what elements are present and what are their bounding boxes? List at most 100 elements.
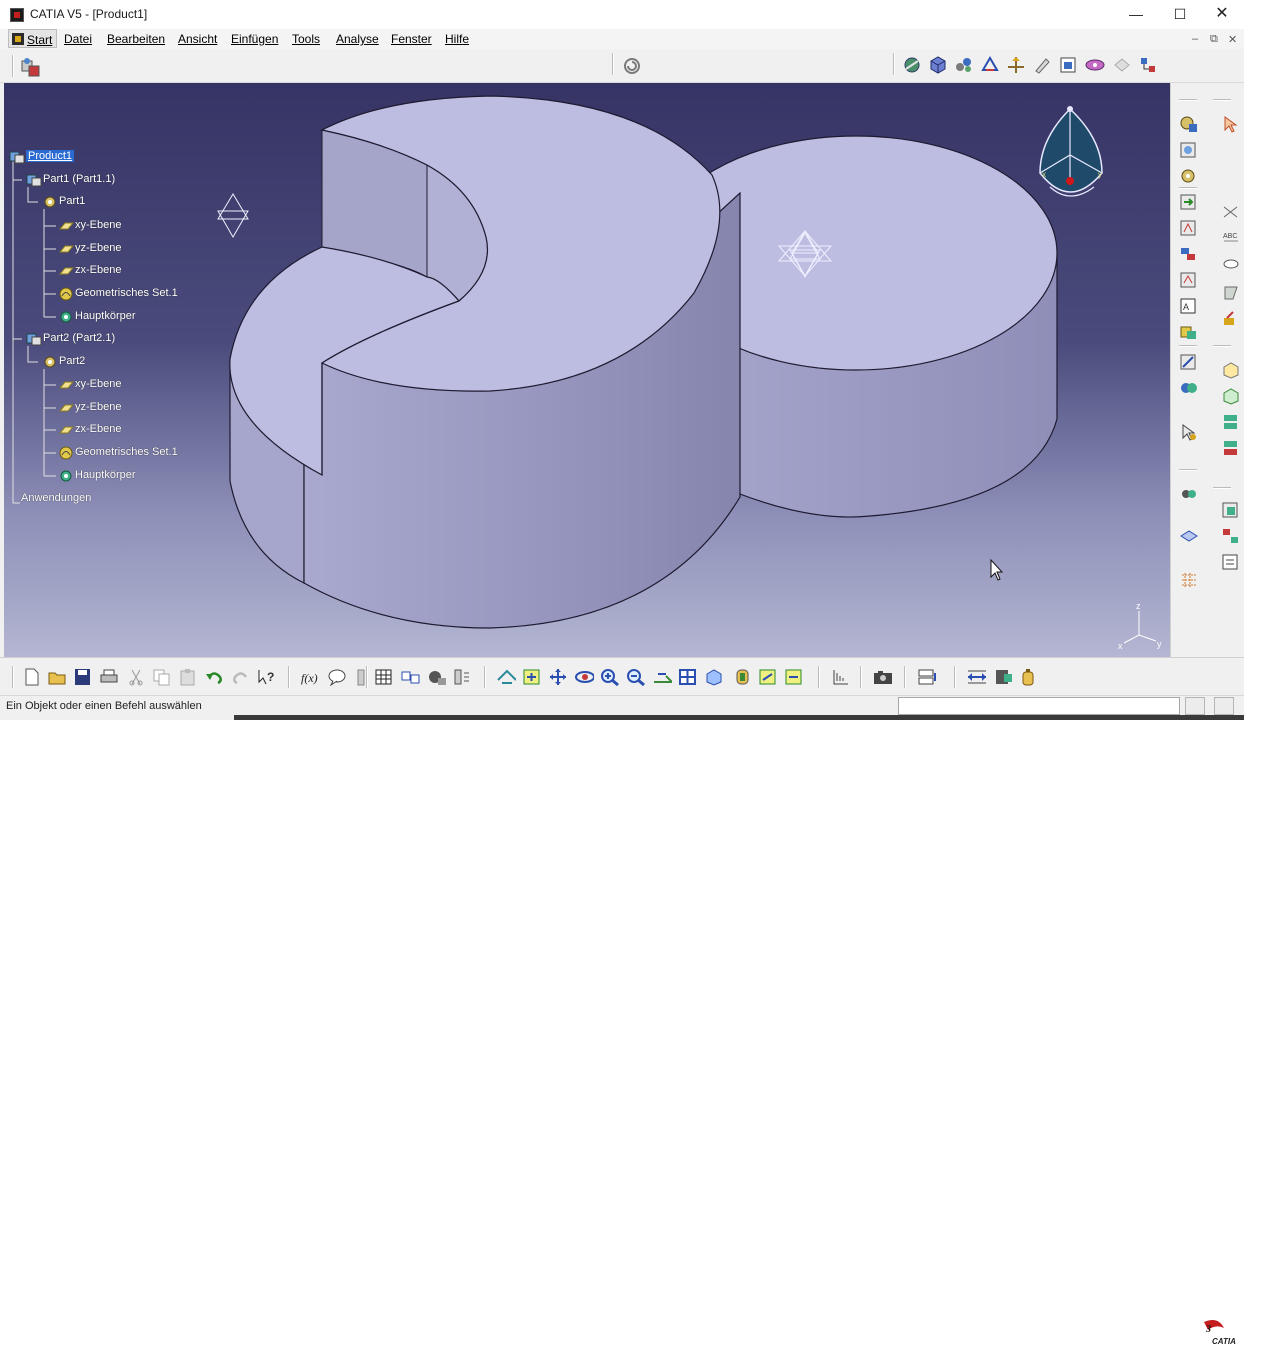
hide-show-view-icon[interactable] — [758, 668, 778, 686]
menu-einfuegen[interactable]: Einfügen — [231, 32, 278, 46]
menu-hilfe[interactable]: Hilfe — [445, 32, 469, 46]
new-document-icon[interactable] — [22, 668, 42, 686]
stop-command-button[interactable] — [1214, 697, 1234, 715]
menu-ansicht[interactable]: Ansicht — [178, 32, 217, 46]
measure-tree-icon[interactable] — [452, 668, 472, 686]
menu-analyse[interactable]: Analyse — [336, 32, 379, 46]
fly-mode-icon[interactable] — [496, 668, 516, 686]
new-part-icon[interactable] — [1179, 141, 1199, 159]
product-structure-icon[interactable] — [916, 668, 936, 686]
minimize-button[interactable]: — — [1114, 0, 1158, 30]
snapshot-icon[interactable] — [1058, 55, 1078, 75]
update-icon[interactable] — [1179, 485, 1199, 503]
toolbar-grip[interactable] — [366, 666, 368, 688]
doc-restore-button[interactable]: ⧉ — [1210, 33, 1218, 46]
power-input-button[interactable] — [1185, 697, 1205, 715]
toolbar-grip[interactable] — [12, 55, 14, 77]
coincidence-constraint-icon[interactable] — [1221, 361, 1241, 379]
reuse-pattern-icon[interactable] — [1221, 501, 1241, 519]
table-grid-icon[interactable] — [374, 668, 394, 686]
whats-this-help-icon[interactable]: ? — [256, 668, 276, 686]
design-table-icon[interactable] — [352, 668, 372, 686]
part1-solid[interactable] — [229, 95, 741, 629]
geometry-viewport[interactable]: x y z x y Product1 Part1 (Part1.1) Part1… — [4, 83, 1170, 657]
toolbar-grip[interactable] — [1213, 345, 1231, 347]
generate-numbering-icon[interactable] — [1221, 553, 1241, 571]
toolbar-grip[interactable] — [1179, 345, 1197, 347]
sectioning-icon[interactable] — [1221, 283, 1241, 301]
manipulation-icon[interactable] — [1179, 271, 1199, 289]
explode-icon[interactable] — [1179, 323, 1199, 341]
menu-start[interactable]: Start — [8, 29, 58, 48]
contact-constraint-icon[interactable] — [1179, 379, 1199, 397]
replace-component-icon[interactable] — [1179, 193, 1199, 211]
select-arrow-icon[interactable] — [1221, 115, 1241, 133]
compass-navigator[interactable]: x y — [1039, 106, 1103, 197]
fix-together-icon[interactable] — [1221, 439, 1241, 457]
fix-component-icon[interactable] — [1179, 423, 1199, 441]
toolbar-grip[interactable] — [818, 666, 820, 688]
product-workbench-icon[interactable] — [20, 57, 46, 79]
fast-multi-instantiation-icon[interactable] — [1179, 245, 1199, 263]
toolbar-grip[interactable] — [1179, 99, 1197, 101]
swap-visible-icon[interactable] — [1112, 55, 1132, 75]
pencil-icon[interactable] — [1032, 55, 1052, 75]
save-icon[interactable] — [73, 668, 93, 686]
swap-space-icon[interactable] — [784, 668, 804, 686]
toolbar-grip[interactable] — [288, 666, 290, 688]
menu-tools[interactable]: Tools — [292, 32, 320, 46]
toolbar-grip[interactable] — [893, 53, 895, 75]
close-button[interactable]: ✕ — [1200, 0, 1244, 30]
toolbar-grip[interactable] — [12, 666, 14, 688]
capture-camera-icon[interactable] — [872, 668, 892, 686]
menu-fenster[interactable]: Fenster — [391, 32, 432, 46]
normal-view-icon[interactable] — [652, 668, 672, 686]
doc-close-button[interactable]: ✕ — [1228, 33, 1237, 46]
zoom-out-icon[interactable] — [626, 668, 646, 686]
wireframe-icon[interactable] — [980, 55, 1000, 75]
shading-icon[interactable] — [732, 668, 752, 686]
iso-view-icon[interactable] — [704, 668, 724, 686]
mass-inertia-icon[interactable] — [1018, 668, 1038, 686]
formula-icon[interactable]: f(x) — [300, 668, 320, 686]
bill-of-material-icon[interactable]: A — [1179, 297, 1199, 315]
menu-datei[interactable]: Datei — [64, 32, 92, 46]
angle-constraint-icon[interactable] — [1221, 413, 1241, 431]
catalog-icon[interactable] — [400, 668, 420, 686]
open-folder-icon[interactable] — [47, 668, 67, 686]
measure-item-icon[interactable] — [830, 668, 850, 686]
hide-show-icon[interactable] — [1084, 55, 1106, 75]
toolbar-grip[interactable] — [904, 666, 906, 688]
cut-icon[interactable] — [126, 668, 146, 686]
cube-view-icon[interactable] — [928, 55, 948, 75]
undo-icon[interactable] — [204, 668, 224, 686]
existing-component-icon[interactable] — [1179, 115, 1199, 133]
render-style-icon[interactable] — [902, 55, 922, 75]
multi-instantiation-icon[interactable] — [1221, 527, 1241, 545]
catalog-browser-icon[interactable] — [1179, 527, 1199, 545]
clash-analysis-icon[interactable] — [992, 668, 1012, 686]
toolbar-grip[interactable] — [860, 666, 862, 688]
knowledge-lock-icon[interactable] — [426, 668, 446, 686]
clash-icon[interactable] — [1221, 309, 1241, 327]
toolbar-grip[interactable] — [1179, 469, 1197, 471]
redo-icon[interactable] — [230, 668, 250, 686]
toolbar-grip[interactable] — [1213, 99, 1231, 101]
toolbar-grip[interactable] — [954, 666, 956, 688]
specification-tree[interactable]: Product1 Part1 (Part1.1) Part1 xy-Ebene … — [4, 83, 304, 657]
doc-minimize-button[interactable]: – — [1192, 33, 1198, 45]
maximize-button[interactable]: ☐ — [1158, 0, 1202, 30]
multi-part-icon[interactable] — [954, 55, 974, 75]
zoom-in-icon[interactable] — [600, 668, 620, 686]
annotation-text-icon[interactable]: ABC — [1221, 229, 1241, 247]
toolbar-grip[interactable] — [484, 666, 486, 688]
axis-system-icon[interactable] — [1006, 55, 1026, 75]
print-icon[interactable] — [99, 668, 119, 686]
flag-note-icon[interactable] — [1221, 255, 1241, 273]
rotate-icon[interactable] — [574, 668, 594, 686]
toolbar-grip[interactable] — [1213, 487, 1231, 489]
copy-icon[interactable] — [152, 668, 172, 686]
specification-tree-icon[interactable] — [1138, 55, 1158, 75]
menu-bearbeiten[interactable]: Bearbeiten — [107, 32, 165, 46]
paste-icon[interactable] — [178, 668, 198, 686]
